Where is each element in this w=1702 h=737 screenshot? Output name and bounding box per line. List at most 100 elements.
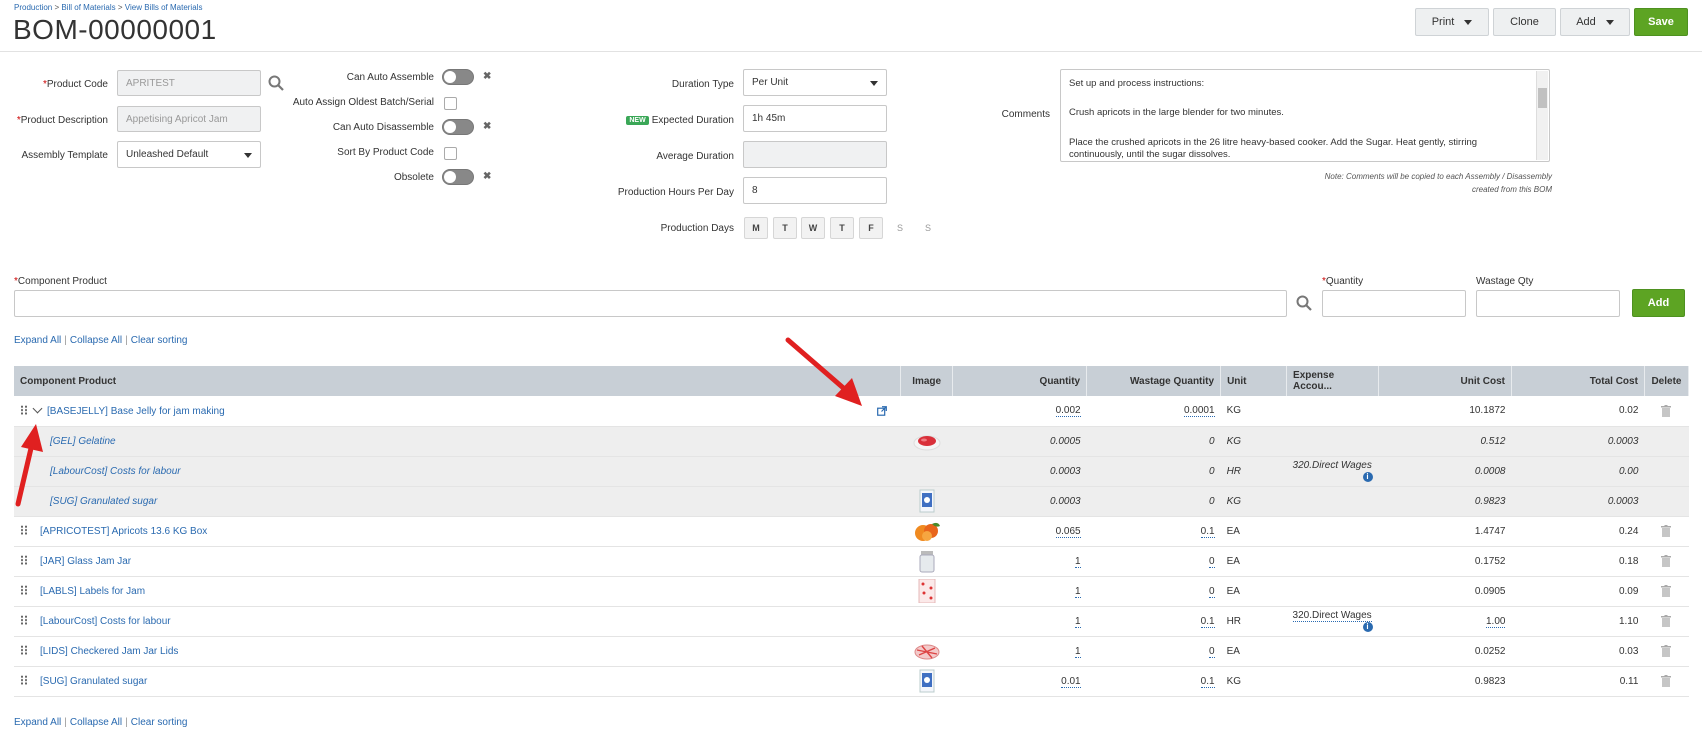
trash-icon[interactable] <box>1661 585 1672 597</box>
drag-handle-icon[interactable] <box>20 525 28 535</box>
add-menu-button[interactable]: Add <box>1560 8 1630 36</box>
chevron-down-icon[interactable] <box>32 403 43 414</box>
quantity-editable[interactable]: 0.065 <box>1055 525 1081 538</box>
drag-handle-icon[interactable] <box>20 555 28 565</box>
quantity-editable[interactable]: 1 <box>1075 555 1081 568</box>
clear-sorting-link[interactable]: Clear sorting <box>131 335 188 346</box>
drag-handle-icon[interactable] <box>20 645 28 655</box>
component-product-input[interactable] <box>14 290 1287 317</box>
component-product-link[interactable]: [APRICOTEST] Apricots 13.6 KG Box <box>40 526 207 537</box>
wastage-qty-input[interactable] <box>1476 290 1620 317</box>
comments-textarea[interactable]: Set up and process instructions: Crush a… <box>1060 69 1550 162</box>
product-code-input[interactable]: APRITEST <box>117 70 261 96</box>
trash-icon[interactable] <box>1661 675 1672 687</box>
expand-all-link[interactable]: Expand All <box>14 717 61 728</box>
table-row[interactable]: [LIDS] Checkered Jam Jar Lids 1 0 EA 0.0252 0… <box>14 636 1689 667</box>
quantity-editable[interactable]: 0.002 <box>1055 405 1081 418</box>
sort-by-product-code-checkbox[interactable] <box>444 147 457 160</box>
component-product-link[interactable]: [LabourCost] Costs for labour <box>40 616 171 627</box>
wastage-editable[interactable]: 0 <box>1209 555 1215 568</box>
trash-icon[interactable] <box>1661 525 1672 537</box>
save-button[interactable]: Save <box>1634 8 1688 36</box>
wastage-editable[interactable]: 0 <box>1209 645 1215 658</box>
component-product-link[interactable]: [GEL] Gelatine <box>50 436 116 447</box>
collapse-all-link[interactable]: Collapse All <box>70 335 122 346</box>
expected-duration-input[interactable]: 1h 45m <box>743 105 887 132</box>
add-component-button[interactable]: Add <box>1632 289 1685 317</box>
duration-type-select[interactable]: Per Unit <box>743 69 887 96</box>
hours-per-day-input[interactable]: 8 <box>743 177 887 204</box>
component-product-link[interactable]: [JAR] Glass Jam Jar <box>40 556 131 567</box>
col-image[interactable]: Image <box>900 366 954 396</box>
component-product-link[interactable]: [SUG] Granulated sugar <box>40 676 147 687</box>
table-row[interactable]: [SUG] Granulated sugar 0.01 0.1 KG 0.9823 0.1… <box>14 666 1689 697</box>
trash-icon[interactable] <box>1661 404 1672 417</box>
day-saturday[interactable]: S <box>888 217 912 239</box>
day-monday[interactable]: M <box>744 217 768 239</box>
scrollbar-thumb[interactable] <box>1538 88 1547 108</box>
col-quantity[interactable]: Quantity <box>952 366 1088 396</box>
wastage-editable[interactable]: 0.1 <box>1200 525 1215 538</box>
wastage-editable[interactable]: 0.0001 <box>1183 405 1215 418</box>
trash-icon[interactable] <box>1661 555 1672 567</box>
table-row[interactable]: [APRICOTEST] Apricots 13.6 KG Box 0.065 0.… <box>14 516 1689 547</box>
table-row-child[interactable]: [SUG] Granulated sugar 0.0003 0 KG 0.9823 0.0… <box>14 486 1689 517</box>
table-row-child[interactable]: [GEL] Gelatine 0.0005 0 KG 0.512 0.0003 <box>14 426 1689 457</box>
quantity-editable[interactable]: 1 <box>1075 645 1081 658</box>
quantity-editable[interactable]: 1 <box>1075 585 1081 598</box>
collapse-all-link[interactable]: Collapse All <box>70 717 122 728</box>
search-icon[interactable] <box>1296 295 1312 311</box>
breadcrumb-view-boms[interactable]: View Bills of Materials <box>125 3 203 12</box>
trash-icon[interactable] <box>1661 645 1672 657</box>
day-thursday[interactable]: T <box>830 217 854 239</box>
component-product-link[interactable]: [LABLS] Labels for Jam <box>40 586 145 597</box>
table-row[interactable]: [BASEJELLY] Base Jelly for jam making 0.0… <box>14 396 1689 427</box>
wastage-editable[interactable]: 0 <box>1209 585 1215 598</box>
table-row-child[interactable]: [LabourCost] Costs for labour 0.0003 0 HR 32… <box>14 456 1689 487</box>
col-total-cost[interactable]: Total Cost <box>1511 366 1645 396</box>
col-expense-account[interactable]: Expense Accou... <box>1286 366 1380 396</box>
breadcrumb-production[interactable]: Production <box>14 3 52 12</box>
print-button[interactable]: Print <box>1415 8 1489 36</box>
day-wednesday[interactable]: W <box>801 217 825 239</box>
day-tuesday[interactable]: T <box>773 217 797 239</box>
table-row[interactable]: [LabourCost] Costs for labour 1 0.1 HR 320.D… <box>14 606 1689 637</box>
wastage-editable[interactable]: 0.1 <box>1200 675 1215 688</box>
component-product-link[interactable]: [BASEJELLY] Base Jelly for jam making <box>47 406 225 417</box>
comments-scrollbar[interactable] <box>1536 71 1548 160</box>
col-wastage-quantity[interactable]: Wastage Quantity <box>1086 366 1222 396</box>
trash-icon[interactable] <box>1661 615 1672 627</box>
component-product-link[interactable]: [LabourCost] Costs for labour <box>50 466 181 477</box>
table-row[interactable]: [LABLS] Labels for Jam 1 0 EA 0.0905 0.09 <box>14 576 1689 607</box>
col-component-product[interactable]: Component Product <box>14 366 902 396</box>
info-icon[interactable]: i <box>1362 622 1373 632</box>
can-auto-disassemble-toggle[interactable] <box>442 119 474 135</box>
breadcrumb-bill-of-materials[interactable]: Bill of Materials <box>61 3 115 12</box>
quantity-input[interactable] <box>1322 290 1466 317</box>
auto-assign-batch-checkbox[interactable] <box>444 97 457 110</box>
drag-handle-icon[interactable] <box>20 585 28 595</box>
wastage-editable[interactable]: 0.1 <box>1200 615 1215 628</box>
clone-button[interactable]: Clone <box>1493 8 1556 36</box>
obsolete-toggle[interactable] <box>442 169 474 185</box>
unit-cost-editable[interactable]: 1.00 <box>1486 615 1506 628</box>
external-link-icon[interactable] <box>876 405 887 416</box>
expand-all-link[interactable]: Expand All <box>14 335 61 346</box>
quantity-editable[interactable]: 0.01 <box>1061 675 1081 688</box>
quantity-editable[interactable]: 1 <box>1075 615 1081 628</box>
expense-account-editable[interactable]: 320.Direct Wages <box>1292 610 1372 622</box>
can-auto-assemble-toggle[interactable] <box>442 69 474 85</box>
component-product-link[interactable]: [SUG] Granulated sugar <box>50 496 157 507</box>
clear-sorting-link[interactable]: Clear sorting <box>131 717 188 728</box>
drag-handle-icon[interactable] <box>20 404 28 415</box>
table-row[interactable]: [JAR] Glass Jam Jar 1 0 EA 0.1752 0.18 <box>14 546 1689 577</box>
info-icon[interactable]: i <box>1362 472 1373 482</box>
col-unit[interactable]: Unit <box>1220 366 1288 396</box>
day-friday[interactable]: F <box>859 217 883 239</box>
component-product-link[interactable]: [LIDS] Checkered Jam Jar Lids <box>40 646 178 657</box>
product-description-input[interactable]: Appetising Apricot Jam <box>117 106 261 132</box>
day-sunday[interactable]: S <box>916 217 940 239</box>
assembly-template-select[interactable]: Unleashed Default <box>117 141 261 168</box>
col-unit-cost[interactable]: Unit Cost <box>1378 366 1512 396</box>
drag-handle-icon[interactable] <box>20 675 28 685</box>
